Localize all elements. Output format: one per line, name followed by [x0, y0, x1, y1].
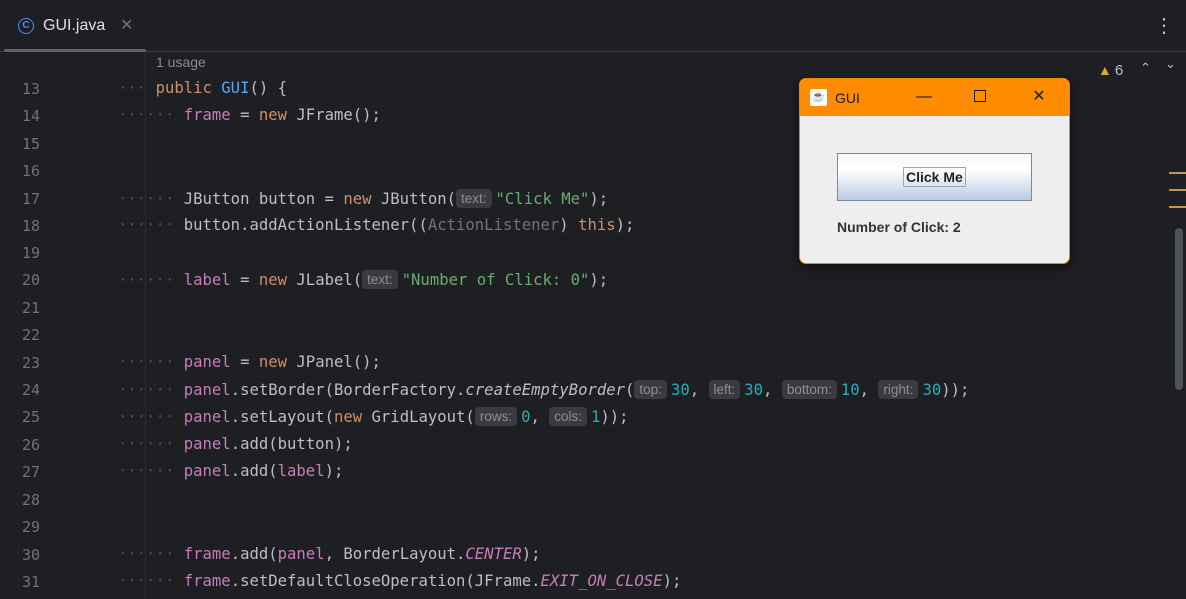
line-number: 15: [21, 135, 40, 153]
param-hint: top:: [634, 380, 667, 399]
window-title: GUI: [835, 90, 860, 106]
param-hint: left:: [708, 380, 741, 399]
code-line-26: 26 ······ panel.add(button);: [0, 432, 1186, 459]
maximize-icon[interactable]: [968, 85, 992, 109]
close-icon[interactable]: ✕: [120, 15, 133, 35]
chevron-up-icon[interactable]: ⌃: [1140, 60, 1151, 76]
line-number: 29: [21, 518, 40, 536]
more-options-icon[interactable]: ⋮: [1154, 12, 1174, 40]
param-hint: text:: [362, 270, 398, 289]
code-line-29: 29: [0, 514, 1186, 541]
scrollbar-marker[interactable]: [1169, 189, 1186, 191]
line-number: 31: [21, 573, 40, 591]
line-number: 20: [21, 271, 40, 289]
code-text: ······ label = new JLabel(text: "Number o…: [118, 270, 609, 289]
code-text: ······ panel.add(button);: [118, 435, 353, 453]
code-text: ······ panel.setLayout(new GridLayout(ro…: [118, 407, 629, 426]
code-text: ······ JButton button = new JButton(text…: [118, 189, 609, 208]
code-text: ······ panel.add(label);: [118, 462, 344, 480]
param-hint: bottom:: [781, 380, 837, 399]
active-tab-indicator: [4, 49, 146, 52]
code-line-23: 23 ······ panel = new JPanel();: [0, 350, 1186, 377]
param-hint: cols:: [549, 407, 588, 426]
code-line-27: 27 ······ panel.add(label);: [0, 459, 1186, 486]
vertical-scrollbar-thumb[interactable]: [1175, 228, 1183, 390]
warning-icon: ▲: [1098, 62, 1112, 78]
code-line-28: 28: [0, 487, 1186, 514]
usage-hint[interactable]: 1 usage: [156, 54, 206, 70]
code-line-22: 22: [0, 322, 1186, 349]
param-hint: text:: [456, 189, 492, 208]
tab-gui-java[interactable]: C GUI.java ✕: [0, 0, 146, 52]
inspection-widget[interactable]: ▲ 6: [1098, 62, 1123, 79]
line-number: 24: [21, 381, 40, 399]
code-line-31: 31 ······ frame.setDefaultCloseOperation…: [0, 569, 1186, 596]
swing-gui-window: ☕ GUI — ✕ Click Me Number of Click: 2: [799, 78, 1070, 264]
line-number: 17: [21, 190, 40, 208]
click-count-label: Number of Click: 2: [837, 219, 961, 235]
code-line-21: 21: [0, 295, 1186, 322]
line-number: 18: [21, 217, 40, 235]
code-text: ······ panel.setBorder(BorderFactory.cre…: [118, 380, 970, 399]
line-number: 14: [21, 107, 40, 125]
code-text: ······ frame.add(panel, BorderLayout.CEN…: [118, 545, 541, 563]
line-number: 16: [21, 162, 40, 180]
line-number: 28: [21, 491, 40, 509]
warning-count: 6: [1114, 62, 1124, 79]
line-number: 26: [21, 436, 40, 454]
code-line-20: 20 ······ label = new JLabel(text: "Numbe…: [0, 267, 1186, 294]
param-hint: right:: [878, 380, 919, 399]
click-me-button[interactable]: Click Me: [837, 153, 1032, 201]
code-text: ··· public GUI() {: [118, 79, 288, 97]
param-hint: rows:: [474, 407, 518, 426]
line-number: 13: [21, 80, 40, 98]
line-number: 22: [21, 326, 40, 344]
minimize-icon[interactable]: —: [912, 85, 936, 109]
line-number: 19: [21, 244, 40, 262]
java-cup-icon: ☕: [810, 89, 827, 106]
code-line-24: 24 ······ panel.setBorder(BorderFactory.…: [0, 377, 1186, 404]
java-class-icon: C: [18, 18, 34, 34]
code-line-25: 25 ······ panel.setLayout(new GridLayout…: [0, 404, 1186, 431]
line-number: 27: [21, 463, 40, 481]
line-number: 30: [21, 546, 40, 564]
chevron-down-icon[interactable]: ⌄: [1165, 56, 1176, 72]
code-text: ······ frame = new JFrame();: [118, 106, 381, 124]
line-number: 23: [21, 354, 40, 372]
scrollbar-marker[interactable]: [1169, 172, 1186, 174]
editor-tab-bar: C GUI.java ✕ ⋮: [0, 0, 1186, 52]
tab-label: GUI.java: [43, 17, 106, 34]
code-text: ······ frame.setDefaultCloseOperation(JF…: [118, 572, 682, 590]
line-number: 25: [21, 408, 40, 426]
scrollbar-marker[interactable]: [1169, 206, 1186, 208]
code-line-30: 30 ······ frame.add(panel, BorderLayout.…: [0, 542, 1186, 569]
window-title-bar[interactable]: ☕ GUI — ✕: [800, 79, 1069, 116]
line-number: 21: [21, 299, 40, 317]
code-text: ······ panel = new JPanel();: [118, 353, 381, 371]
code-text: ······ button.addActionListener((ActionL…: [118, 216, 635, 234]
button-label: Click Me: [903, 167, 966, 187]
close-icon[interactable]: ✕: [1027, 85, 1051, 109]
